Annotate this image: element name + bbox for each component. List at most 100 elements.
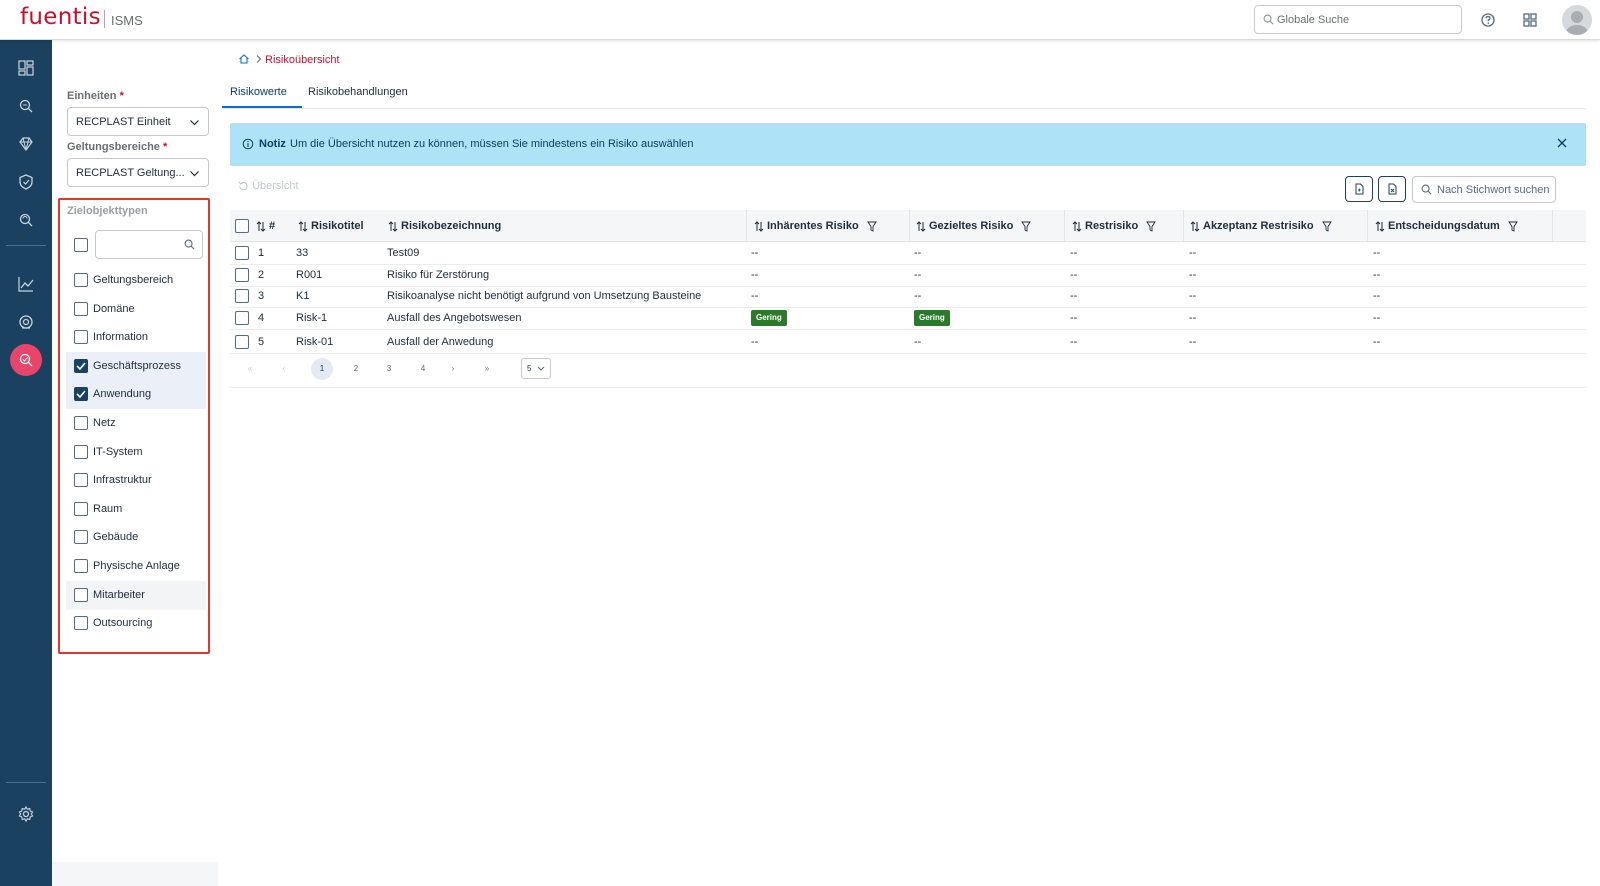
tab-risikobehandlungen[interactable]: Risikobehandlungen bbox=[308, 86, 408, 98]
zielobjekttyp-option[interactable]: Raum bbox=[66, 495, 206, 524]
nav-risk-search[interactable] bbox=[10, 90, 42, 122]
row-checkbox[interactable] bbox=[235, 311, 249, 325]
column-header[interactable]: Akzeptanz Restrisiko bbox=[1190, 220, 1332, 232]
user-avatar[interactable] bbox=[1562, 5, 1592, 35]
home-icon[interactable] bbox=[238, 53, 250, 65]
geltungsbereiche-select[interactable]: RECPLAST Geltung... bbox=[67, 158, 209, 187]
zielobjekttyp-checkbox[interactable] bbox=[74, 416, 88, 430]
row-checkbox[interactable] bbox=[235, 335, 249, 349]
keyword-search-input[interactable] bbox=[1437, 182, 1549, 198]
zielobjekttyp-checkbox[interactable] bbox=[74, 301, 88, 316]
prev-page-button[interactable]: ‹ bbox=[273, 358, 295, 380]
page-button[interactable]: 1 bbox=[311, 358, 333, 380]
nav-settings[interactable] bbox=[10, 798, 42, 830]
zielobjekttyp-checkbox[interactable] bbox=[74, 473, 88, 488]
filter-icon[interactable] bbox=[1321, 221, 1332, 232]
next-page-button[interactable]: › bbox=[442, 358, 464, 380]
global-search-input[interactable] bbox=[1277, 11, 1453, 29]
page-size-value: 5 bbox=[527, 364, 532, 373]
filter-icon[interactable] bbox=[1146, 221, 1157, 232]
zielobjekttyp-option[interactable]: Gebäude bbox=[66, 523, 206, 552]
geltungsbereiche-label: Geltungsbereiche * bbox=[67, 141, 168, 153]
zielobjekttyp-option[interactable]: Outsourcing bbox=[66, 609, 206, 638]
table-row[interactable]: 4 Risk-1 Ausfall des Angebotswesen Gering Ge… bbox=[230, 307, 1586, 330]
zielobjekttyp-checkbox[interactable] bbox=[74, 330, 88, 345]
zielobjekttyp-option[interactable]: Mitarbeiter bbox=[66, 580, 206, 610]
page-button[interactable]: 3 bbox=[378, 358, 400, 380]
nav-assets[interactable] bbox=[10, 128, 42, 160]
zielobjekttyp-option[interactable]: Domäne bbox=[66, 295, 206, 324]
zielobjekttyp-checkbox[interactable] bbox=[74, 587, 88, 602]
zielobjekttyp-option[interactable]: Geschäftsprozess bbox=[66, 351, 206, 381]
page-size-select[interactable]: 5 bbox=[521, 358, 551, 379]
select-all-checkbox[interactable] bbox=[74, 238, 88, 252]
zielobjekttyp-option[interactable]: Netz bbox=[66, 409, 206, 438]
zielobjekttyp-checkbox[interactable] bbox=[74, 616, 88, 631]
nav-targets[interactable] bbox=[10, 306, 42, 338]
nav-protection[interactable] bbox=[10, 166, 42, 198]
last-page-button[interactable]: » bbox=[476, 358, 498, 380]
row-checkbox[interactable] bbox=[235, 268, 249, 282]
nav-reports[interactable] bbox=[10, 268, 42, 300]
checkmark-icon bbox=[74, 387, 88, 401]
table-row[interactable]: 1 33 Test09 -- -- -- -- -- bbox=[230, 242, 1586, 265]
column-header[interactable]: # bbox=[256, 220, 275, 232]
brand-logo[interactable]: fuentis bbox=[20, 4, 101, 30]
zielobjekttyp-checkbox[interactable] bbox=[74, 559, 88, 573]
export-pdf-button[interactable] bbox=[1345, 176, 1373, 202]
first-page-button[interactable]: « bbox=[239, 358, 261, 380]
zielobjekttyp-option[interactable]: Anwendung bbox=[66, 380, 206, 410]
nav-risk-overview[interactable] bbox=[10, 344, 42, 376]
dashboard-icon bbox=[18, 60, 34, 76]
table-row[interactable]: 3 K1 Risikoanalyse nicht benötigt aufgrund… bbox=[230, 285, 1586, 308]
tab-risikowerte[interactable]: Risikowerte bbox=[230, 86, 287, 98]
zielobjekttyp-option[interactable]: Physische Anlage bbox=[66, 552, 206, 581]
reset-overview-button[interactable]: Übersicht bbox=[238, 180, 299, 192]
filter-icon[interactable] bbox=[1021, 221, 1032, 232]
zielobjekttyp-label: Information bbox=[93, 331, 149, 344]
column-divider bbox=[1367, 210, 1368, 242]
table-cell: Risikoanalyse nicht benötigt aufgrund vo… bbox=[387, 290, 702, 302]
nav-dashboard[interactable] bbox=[10, 52, 42, 84]
row-checkbox[interactable] bbox=[235, 246, 249, 260]
zielobjekttyp-checkbox[interactable] bbox=[74, 501, 88, 516]
column-header[interactable]: Risikotitel bbox=[298, 220, 364, 232]
select-all-rows-checkbox[interactable] bbox=[235, 219, 249, 233]
zielobjekttypen-search[interactable] bbox=[95, 230, 203, 259]
column-header[interactable]: Gezieltes Risiko bbox=[916, 220, 1032, 232]
column-header[interactable]: Inhärentes Risiko bbox=[754, 220, 877, 232]
close-icon[interactable] bbox=[1556, 137, 1568, 149]
einheiten-select[interactable]: RECPLAST Einheit bbox=[67, 107, 209, 136]
page-button[interactable]: 2 bbox=[345, 358, 367, 380]
table-row[interactable]: 2 R001 Risiko für Zerstörung -- -- -- -- -- bbox=[230, 264, 1586, 287]
nav-review[interactable] bbox=[10, 204, 42, 236]
zielobjekttyp-checkbox[interactable] bbox=[74, 387, 88, 402]
zielobjekttyp-label: Raum bbox=[93, 502, 123, 515]
table-cell: -- bbox=[1373, 290, 1381, 302]
filter-icon[interactable] bbox=[1508, 221, 1518, 232]
column-header[interactable]: Risikobezeichnung bbox=[388, 220, 501, 232]
column-header-label: Akzeptanz Restrisiko bbox=[1203, 220, 1314, 232]
zielobjekttyp-checkbox[interactable] bbox=[74, 358, 88, 373]
row-checkbox[interactable] bbox=[235, 289, 249, 303]
zielobjekttyp-option[interactable]: Infrastruktur bbox=[66, 466, 206, 495]
export-excel-button[interactable] bbox=[1378, 176, 1406, 202]
zielobjekttypen-section: Zielobjekttypen Geltungsbereich Domäne Inf… bbox=[58, 198, 210, 654]
zielobjekttyp-checkbox[interactable] bbox=[74, 444, 88, 459]
column-header[interactable]: Entscheidungsdatum bbox=[1375, 220, 1518, 232]
zielobjekttyp-option[interactable]: Information bbox=[66, 323, 206, 352]
page-button[interactable]: 4 bbox=[412, 358, 434, 380]
column-header[interactable]: Restrisiko bbox=[1072, 220, 1157, 232]
table-cell: K1 bbox=[296, 290, 310, 302]
zielobjekttyp-checkbox[interactable] bbox=[74, 530, 88, 545]
zielobjekttypen-search-input[interactable] bbox=[102, 237, 182, 253]
keyword-search[interactable] bbox=[1412, 176, 1556, 203]
zielobjekttyp-option[interactable]: Geltungsbereich bbox=[66, 266, 206, 295]
global-search[interactable] bbox=[1254, 5, 1462, 34]
apps-grid-icon[interactable] bbox=[1520, 10, 1540, 30]
filter-icon[interactable] bbox=[866, 221, 877, 232]
module-name: ISMS bbox=[111, 13, 143, 28]
zielobjekttyp-option[interactable]: IT-System bbox=[66, 438, 206, 467]
help-icon[interactable] bbox=[1478, 10, 1498, 30]
zielobjekttyp-checkbox[interactable] bbox=[74, 273, 88, 287]
